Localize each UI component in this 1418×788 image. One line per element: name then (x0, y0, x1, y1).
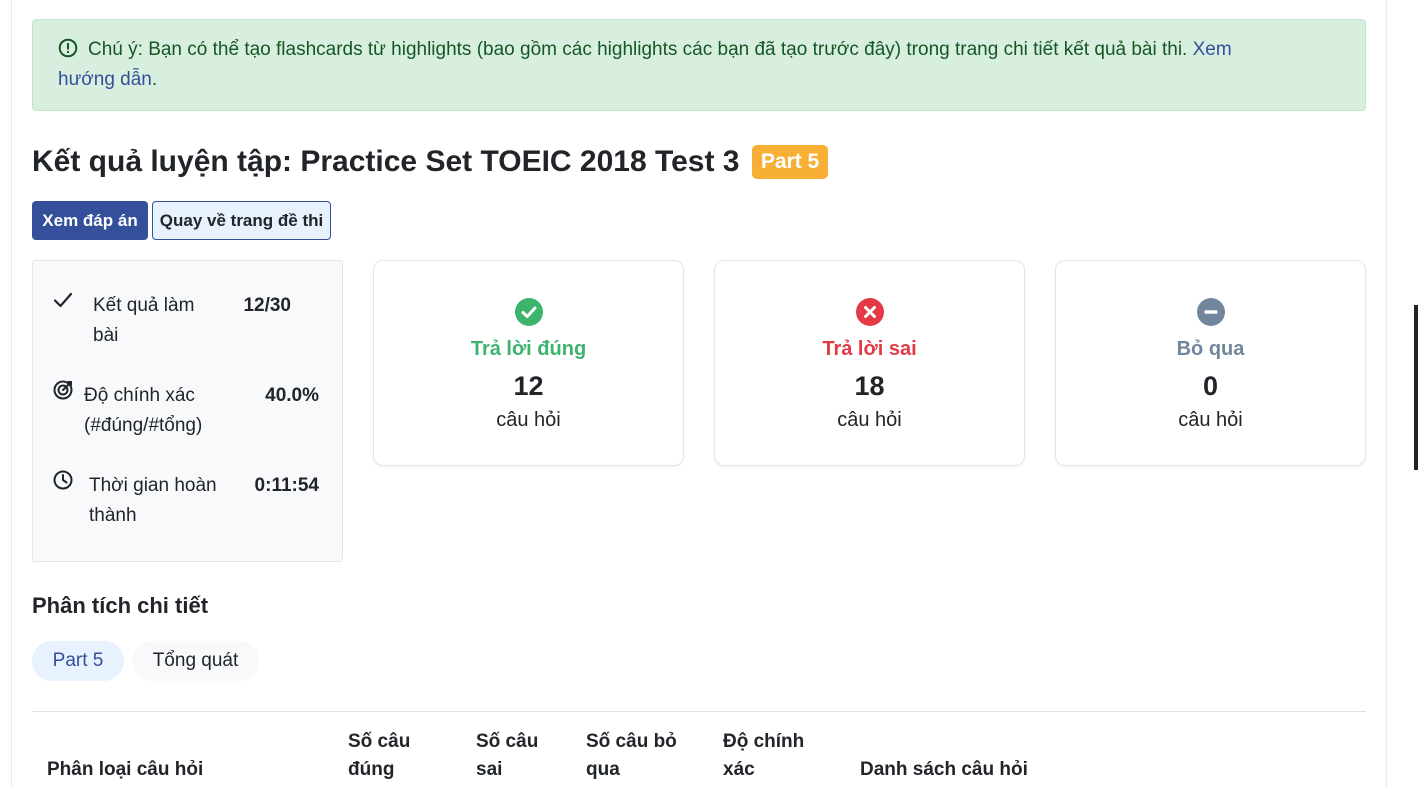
header-category: Phân loại câu hỏi (47, 759, 204, 780)
flashcard-notice-alert: Chú ý: Bạn có thể tạo flashcards từ high… (32, 19, 1366, 111)
view-answers-button[interactable]: Xem đáp án (32, 201, 148, 240)
accuracy-label: Độ chính xác (#đúng/#tổng) (84, 385, 203, 436)
correct-count: 12 (513, 371, 544, 401)
skipped-count: 0 (1202, 371, 1219, 401)
skipped-label: Bỏ qua (1176, 338, 1245, 360)
skipped-card: Bỏ qua 0 câu hỏi (1055, 260, 1366, 466)
tab-part-5[interactable]: Part 5 (32, 641, 124, 681)
wrong-label: Trả lời sai (822, 338, 917, 360)
analysis-title: Phân tích chi tiết (32, 593, 209, 618)
result-summary-box: Kết quả làm bài 12/30 Độ chính xác (#đúng/… (32, 260, 343, 562)
correct-answers-card: Trả lời đúng 12 câu hỏi (373, 260, 684, 466)
minus-circle-icon (1197, 298, 1225, 326)
exclamation-circle-icon (58, 38, 78, 58)
target-icon (53, 380, 73, 400)
wrong-unit: câu hỏi (837, 409, 902, 431)
page-title: Kết quả luyện tập: Practice Set TOEIC 20… (32, 140, 829, 184)
clock-icon (53, 470, 73, 490)
time-label: Thời gian hoàn thành (89, 475, 217, 526)
result-value: 12/30 (243, 295, 291, 316)
page-title-text: Kết quả luyện tập: Practice Set TOEIC 20… (32, 145, 740, 178)
wrong-answers-card: Trả lời sai 18 câu hỏi (714, 260, 1025, 466)
x-circle-icon (856, 298, 884, 326)
back-to-test-button[interactable]: Quay về trang đề thi (152, 201, 331, 240)
skipped-unit: câu hỏi (1178, 409, 1243, 431)
result-label: Kết quả làm bài (93, 295, 195, 346)
section-divider (32, 711, 1366, 712)
wrong-count: 18 (854, 371, 885, 401)
part-badge: Part 5 (751, 145, 829, 179)
correct-label: Trả lời đúng (470, 338, 587, 360)
time-value: 0:11:54 (254, 475, 319, 496)
alert-suffix: . (151, 69, 158, 90)
tab-overview[interactable]: Tổng quát (132, 641, 259, 681)
check-icon (53, 292, 73, 308)
accuracy-value: 40.0% (265, 385, 319, 406)
alert-text: Chú ý: Bạn có thể tạo flashcards từ high… (88, 39, 1188, 60)
scrollbar-edge[interactable] (1414, 305, 1418, 470)
check-circle-icon (515, 298, 543, 326)
header-questions: Danh sách câu hỏi (860, 759, 1028, 780)
correct-unit: câu hỏi (496, 409, 561, 431)
